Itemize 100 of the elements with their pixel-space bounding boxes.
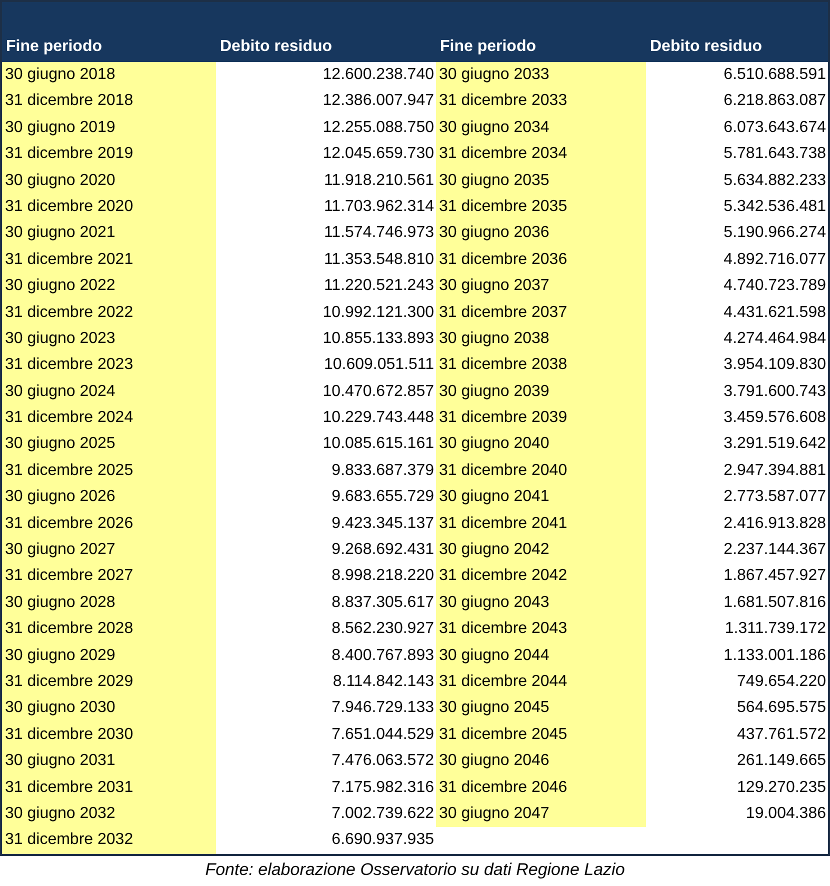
- debt-cell-text: 749.654.220: [736, 672, 827, 692]
- period-cell: 30 giugno 2021: [2, 220, 216, 247]
- period-cell: 30 giugno 2041: [436, 484, 646, 511]
- period-cell: 30 giugno 2047: [436, 800, 646, 828]
- debt-cell-text: 6.073.643.674: [722, 118, 827, 138]
- debt-cell-text: 3.291.519.642: [722, 434, 827, 454]
- debt-cell-text: 9.683.655.729: [330, 487, 435, 508]
- period-cell: 31 dicembre 2023: [2, 352, 216, 379]
- period-cell: 31 dicembre 2022: [2, 300, 216, 326]
- period-cell: 31 dicembre 2019: [2, 141, 216, 168]
- debt-cell-text: 8.837.305.617: [330, 592, 435, 613]
- period-cell: 30 giugno 2020: [2, 168, 216, 194]
- period-cell: 31 dicembre 2039: [436, 405, 646, 432]
- period-cell: 31 dicembre 2034: [436, 141, 646, 168]
- debt-cell-text: 6.218.863.087: [722, 91, 827, 112]
- debt-cell-text: 8.400.767.893: [330, 646, 435, 666]
- debt-cell-text: 11.703.962.314: [322, 196, 435, 217]
- debt-cell-text: 8.998.218.220: [330, 566, 435, 586]
- period-cell: 30 giugno 2028: [2, 590, 216, 616]
- period-cell: 31 dicembre 2038: [436, 352, 646, 379]
- period-cell: 31 dicembre 2043: [436, 616, 646, 643]
- debt-cell-text: 129.270.235: [736, 778, 827, 798]
- period-cell: 30 giugno 2029: [2, 642, 216, 669]
- debt-cell-text: 9.268.692.431: [330, 540, 435, 560]
- debt-cell-text: 7.651.044.529: [330, 724, 435, 745]
- period-cell: 31 dicembre 2037: [436, 300, 646, 326]
- debt-cell-text: 9.833.687.379: [330, 460, 435, 481]
- debt-cell-text: 1.867.457.927: [722, 566, 827, 586]
- period-cell: 30 giugno 2022: [2, 273, 216, 300]
- source-note: Fonte: elaborazione Osservatorio su dati Regione Lazio: [205, 858, 625, 881]
- period-cell: 31 dicembre 2033: [436, 88, 646, 115]
- debt-cell-text: 10.855.133.893: [322, 328, 435, 349]
- debt-cell-text: 5.634.882.233: [722, 170, 827, 191]
- debt-cell-text: 10.470.672.857: [322, 382, 435, 402]
- column-header: Fine periodo: [6, 38, 102, 55]
- debt-cell-text: 7.002.739.622: [330, 804, 435, 824]
- debt-cell-text: 8.562.230.927: [330, 619, 435, 640]
- debt-cell-text: 12.255.088.750: [322, 118, 435, 138]
- debt-cell-text: 2.947.394.881: [722, 460, 827, 481]
- debt-cell-text: 10.609.051.511: [322, 355, 435, 376]
- period-cell: 30 giugno 2026: [2, 484, 216, 511]
- debt-cell-text: 261.149.665: [736, 751, 827, 772]
- debt-cell-text: 12.600.238.740: [322, 65, 435, 85]
- debt-cell-text: 9.423.345.137: [330, 514, 435, 534]
- period-cell: 30 giugno 2036: [436, 220, 646, 247]
- period-cell: 31 dicembre 2026: [2, 510, 216, 538]
- debt-cell-text: 11.918.210.561: [322, 170, 435, 191]
- period-cell: 31 dicembre 2044: [436, 668, 646, 696]
- period-cell: 30 giugno 2023: [2, 326, 216, 352]
- period-cell: 30 giugno 2042: [436, 537, 646, 564]
- debt-cell-text: 5.342.536.481: [722, 196, 827, 217]
- period-cell: 31 dicembre 2028: [2, 616, 216, 643]
- period-cell: 31 dicembre 2021: [2, 246, 216, 274]
- debt-cell-text: 10.229.743.448: [322, 408, 435, 428]
- debt-cell-text: 11.353.548.810: [322, 250, 435, 270]
- period-cell: 31 dicembre 2046: [436, 774, 646, 801]
- period-cell: 30 giugno 2031: [2, 748, 216, 775]
- period-cell: 31 dicembre 2032: [2, 827, 216, 854]
- debt-cell-text: 6.510.688.591: [722, 65, 827, 85]
- period-cell: 31 dicembre 2029: [2, 668, 216, 696]
- period-cell: 30 giugno 2030: [2, 695, 216, 722]
- debt-cell-text: 7.175.982.316: [330, 778, 435, 798]
- period-cell: 31 dicembre 2031: [2, 774, 216, 801]
- debt-cell-text: 19.004.386: [744, 804, 827, 824]
- debt-cell-text: 1.311.739.172: [724, 619, 827, 640]
- period-cell: 30 giugno 2046: [436, 748, 646, 775]
- debt-cell-text: 5.190.966.274: [722, 223, 827, 244]
- period-cell: 30 giugno 2040: [436, 431, 646, 458]
- period-cell: 31 dicembre 2036: [436, 246, 646, 274]
- period-cell: 31 dicembre 2025: [2, 458, 216, 484]
- period-cell: 30 giugno 2025: [2, 431, 216, 458]
- debt-cell-text: 7.946.729.133: [330, 698, 435, 718]
- period-cell: 31 dicembre 2041: [436, 510, 646, 538]
- column-header: Debito residuo: [220, 38, 332, 55]
- debt-cell-text: 12.045.659.730: [322, 144, 435, 164]
- period-cell: 30 giugno 2018: [2, 62, 216, 88]
- debt-cell-text: 3.954.109.830: [722, 355, 827, 376]
- debt-cell-text: 8.114.842.143: [332, 672, 435, 692]
- debt-cell-text: 6.690.937.935: [330, 830, 435, 850]
- period-cell: 31 dicembre 2018: [2, 88, 216, 115]
- period-cell: 31 dicembre 2045: [436, 722, 646, 748]
- period-cell: 30 giugno 2034: [436, 114, 646, 142]
- period-cell: 30 giugno 2019: [2, 114, 216, 142]
- period-cell: 30 giugno 2044: [436, 642, 646, 669]
- debt-cell-text: 11.574.746.973: [322, 223, 435, 244]
- period-cell: 31 dicembre 2027: [2, 563, 216, 590]
- debt-cell-text: 4.892.716.077: [722, 250, 827, 270]
- debt-cell-text: 2.237.144.367: [722, 540, 827, 560]
- debt-cell-text: 12.386.007.947: [322, 91, 435, 112]
- period-cell: 31 dicembre 2040: [436, 458, 646, 484]
- period-cell: 30 giugno 2027: [2, 537, 216, 564]
- debt-cell-text: 3.459.576.608: [722, 408, 827, 428]
- debt-cell-text: 2.773.587.077: [722, 487, 827, 508]
- debt-cell-text: 5.781.643.738: [722, 144, 827, 164]
- debt-cell-text: 10.992.121.300: [322, 302, 435, 323]
- period-cell: 31 dicembre 2030: [2, 722, 216, 748]
- period-cell: 31 dicembre 2042: [436, 563, 646, 590]
- debt-cell-text: 564.695.575: [736, 698, 827, 718]
- period-cell: 30 giugno 2024: [2, 378, 216, 406]
- period-cell: 31 dicembre 2020: [2, 194, 216, 220]
